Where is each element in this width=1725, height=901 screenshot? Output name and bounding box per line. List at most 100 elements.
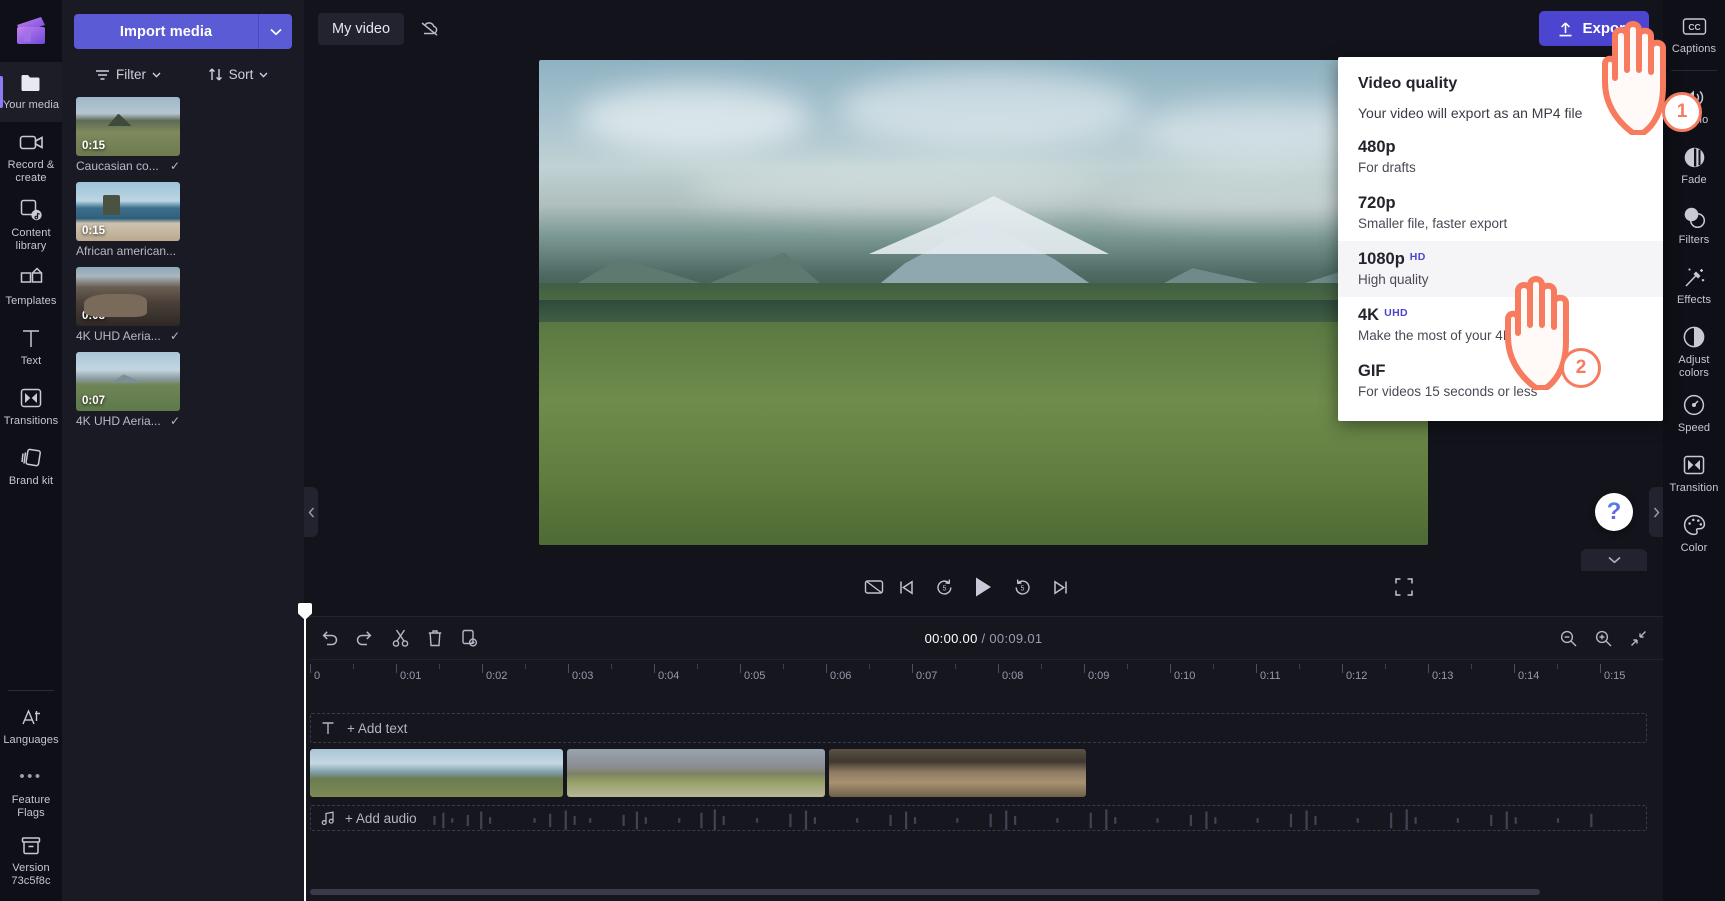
duplicate-button[interactable] xyxy=(461,629,478,647)
sidebar-label: Content library xyxy=(11,227,51,252)
svg-text:5: 5 xyxy=(943,585,947,592)
option-name: 4K xyxy=(1358,306,1380,324)
right-item-fade[interactable]: Fade xyxy=(1663,137,1725,197)
sidebar-item-content-library[interactable]: Content library xyxy=(0,190,62,258)
collapse-left-panel-button[interactable] xyxy=(304,487,318,537)
redo-button[interactable] xyxy=(356,630,374,646)
media-thumbnail[interactable]: 0:07 xyxy=(76,352,180,411)
timeline-ruler[interactable]: 0 0:01 0:02 0:03 0:04 0:05 0:06 0:07 0:0… xyxy=(310,659,1663,689)
project-title[interactable]: My video xyxy=(318,12,405,45)
sort-icon xyxy=(208,68,222,81)
fullscreen-icon[interactable] xyxy=(1395,578,1413,596)
import-media-dropdown-button[interactable] xyxy=(258,14,292,49)
playhead[interactable] xyxy=(304,617,306,901)
import-row: Import media xyxy=(62,0,304,49)
right-item-color[interactable]: Color xyxy=(1663,505,1725,565)
delete-button[interactable] xyxy=(427,629,443,647)
filter-button[interactable]: Filter xyxy=(76,62,180,87)
ruler-tick: 0:04 xyxy=(658,670,680,682)
sidebar-item-templates[interactable]: Templates xyxy=(0,258,62,318)
sidebar-item-languages[interactable]: Languages xyxy=(0,697,62,757)
chevron-down-icon xyxy=(269,28,282,35)
video-clip[interactable] xyxy=(567,749,825,797)
ruler-tick: 0:11 xyxy=(1260,670,1281,682)
help-button[interactable]: ? xyxy=(1595,493,1633,531)
export-option-720p[interactable]: 720p Smaller file, faster export xyxy=(1338,185,1663,241)
ruler-tick: 0:03 xyxy=(572,670,594,682)
option-name: 1080p xyxy=(1358,250,1405,268)
option-badge: UHD xyxy=(1384,307,1409,319)
export-option-480p[interactable]: 480p For drafts xyxy=(1338,129,1663,185)
edit-tools xyxy=(320,629,478,647)
skip-previous-icon[interactable] xyxy=(898,579,915,596)
sidebar-item-feature-flags[interactable]: ••• Feature Flags xyxy=(0,757,62,825)
video-clip[interactable] xyxy=(310,749,563,797)
collapse-panel-chevron-button[interactable] xyxy=(1581,549,1647,571)
forward-5-icon[interactable]: 5 xyxy=(1013,578,1032,597)
video-preview-canvas[interactable] xyxy=(539,60,1428,545)
add-text-track[interactable]: + Add text xyxy=(310,713,1647,743)
media-duration: 0:15 xyxy=(82,225,106,237)
clipchamp-editor: Your media Record & create Content libra… xyxy=(0,0,1725,901)
media-item[interactable]: 0:15 Caucasian co... ✓ xyxy=(76,97,180,173)
sort-button[interactable]: Sort xyxy=(186,62,290,87)
collapse-right-panel-button[interactable] xyxy=(1649,487,1663,537)
ruler-tick: 0:15 xyxy=(1604,670,1626,682)
fit-to-screen-button[interactable] xyxy=(1630,630,1647,647)
right-item-transition[interactable]: Transition xyxy=(1663,445,1725,505)
sidebar-item-text[interactable]: Text xyxy=(0,318,62,378)
right-item-effects[interactable]: Effects xyxy=(1663,257,1725,317)
folder-icon xyxy=(19,69,43,95)
sidebar-item-your-media[interactable]: Your media xyxy=(0,62,62,122)
media-thumbnail[interactable]: 0:15 xyxy=(76,97,180,156)
app-logo[interactable] xyxy=(0,0,62,62)
media-duration: 0:08 xyxy=(82,310,106,322)
cloud-off-icon[interactable] xyxy=(412,13,446,45)
export-option-4k[interactable]: 4K UHD Make the most of your 4K media xyxy=(1338,297,1663,353)
sidebar-item-version[interactable]: Version 73c5f8c xyxy=(0,825,62,893)
chevron-down-icon xyxy=(259,72,268,78)
media-item[interactable]: 0:15 African american... xyxy=(76,182,180,258)
timeline-horizontal-scrollbar[interactable] xyxy=(310,889,1540,895)
split-button[interactable] xyxy=(392,629,409,647)
zoom-controls xyxy=(1560,630,1647,647)
play-button[interactable] xyxy=(974,576,993,598)
add-text-label: + Add text xyxy=(347,720,408,736)
video-clip[interactable] xyxy=(829,749,1086,797)
sidebar-item-record-create[interactable]: Record & create xyxy=(0,122,62,190)
ruler-tick: 0:13 xyxy=(1432,670,1454,682)
svg-text:5: 5 xyxy=(1021,585,1025,592)
export-button-label: Export xyxy=(1582,20,1630,37)
text-icon xyxy=(21,325,41,351)
sidebar-item-brand-kit[interactable]: Brand kit xyxy=(0,438,62,498)
right-item-speed[interactable]: Speed xyxy=(1663,385,1725,445)
sidebar-label: Brand kit xyxy=(8,475,54,487)
sidebar-label: Version 73c5f8c xyxy=(11,862,51,887)
export-option-1080p[interactable]: 1080p HD High quality xyxy=(1338,241,1663,297)
right-item-filters[interactable]: Filters xyxy=(1663,197,1725,257)
ruler-tick: 0:09 xyxy=(1088,670,1110,682)
archive-icon xyxy=(20,832,42,858)
total-time: / 00:09.01 xyxy=(981,630,1043,646)
media-name: Caucasian co... xyxy=(76,159,159,173)
library-icon xyxy=(20,197,43,223)
media-item[interactable]: 0:07 4K UHD Aeria... ✓ xyxy=(76,352,180,428)
zoom-out-button[interactable] xyxy=(1560,630,1577,647)
export-option-gif[interactable]: GIF For videos 15 seconds or less xyxy=(1338,353,1663,409)
sidebar-item-transitions[interactable]: Transitions xyxy=(0,378,62,438)
rewind-5-icon[interactable]: 5 xyxy=(935,578,954,597)
skip-next-icon[interactable] xyxy=(1052,579,1069,596)
media-name: 4K UHD Aeria... xyxy=(76,414,161,428)
media-thumbnail[interactable]: 0:15 xyxy=(76,182,180,241)
media-item[interactable]: 0:08 4K UHD Aeria... ✓ xyxy=(76,267,180,343)
add-audio-track[interactable]: + Add audio xyxy=(310,805,1647,831)
zoom-in-button[interactable] xyxy=(1595,630,1612,647)
undo-button[interactable] xyxy=(320,630,338,646)
media-name: 4K UHD Aeria... xyxy=(76,329,161,343)
media-thumbnail[interactable]: 0:08 xyxy=(76,267,180,326)
captions-off-icon[interactable] xyxy=(864,579,884,595)
right-item-captions[interactable]: CC Captions xyxy=(1663,6,1725,66)
right-item-adjust-colors[interactable]: Adjust colors xyxy=(1663,317,1725,385)
export-button[interactable]: Export xyxy=(1539,11,1649,46)
import-media-button[interactable]: Import media xyxy=(74,14,258,49)
